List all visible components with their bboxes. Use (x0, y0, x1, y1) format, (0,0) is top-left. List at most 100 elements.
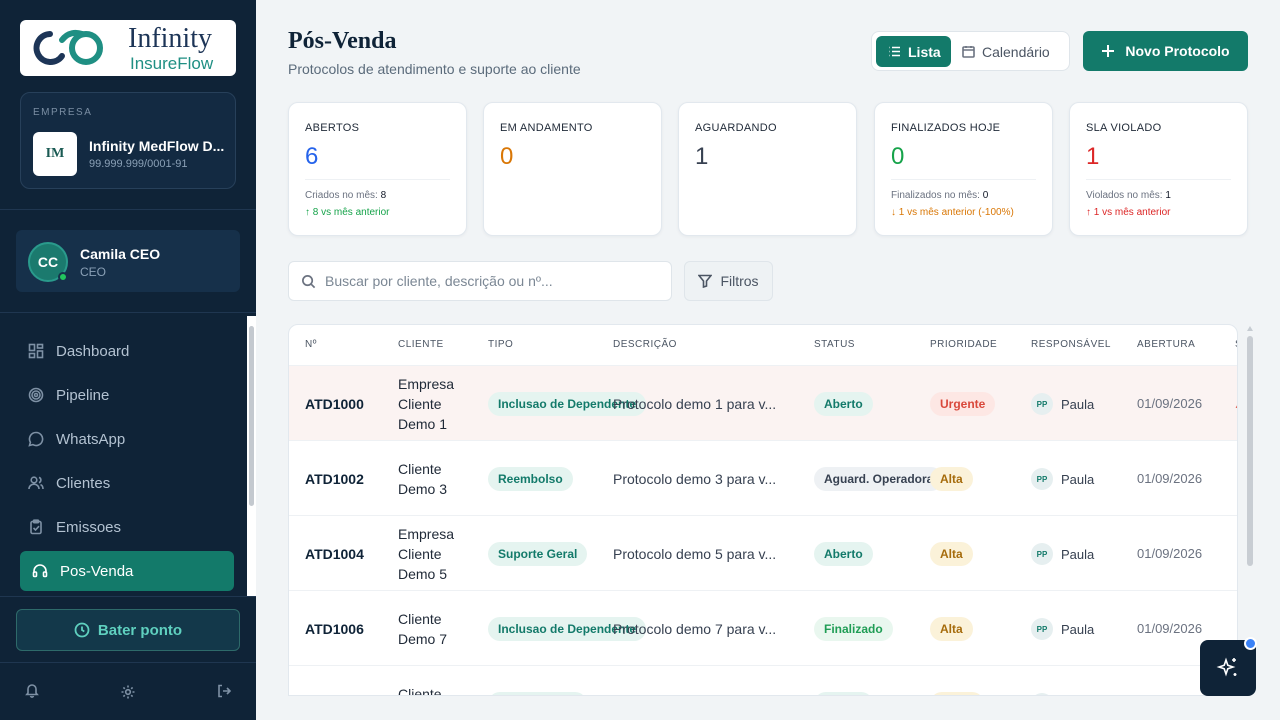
status-badge: Aberto (814, 542, 873, 566)
company-name: Infinity MedFlow D... (89, 138, 225, 154)
sidebar-item-clientes[interactable]: Clientes (20, 463, 234, 503)
status-badge: Aberto (814, 692, 873, 695)
description: Protocolo demo 3 para v... (613, 471, 777, 487)
stat-title: EM ANDAMENTO (500, 122, 593, 134)
col-status-header[interactable]: STATUS (814, 339, 855, 350)
responsible: PP Paula (1031, 393, 1094, 415)
new-protocol-button[interactable]: Novo Protocolo (1083, 31, 1248, 71)
stat-month-line: Finalizados no mês: 0 (891, 190, 988, 201)
company-selector[interactable]: EMPRESA IM Infinity MedFlow D... 99.999.… (20, 92, 236, 189)
responsible: PP Paula (1031, 618, 1094, 640)
logout-icon[interactable] (216, 683, 232, 699)
company-cnpj: 99.999.999/0001-91 (89, 158, 188, 170)
table-row[interactable]: ATD1002 Cliente Demo 3 Reembolso Protoco… (289, 440, 1237, 515)
sidebar-item-pipeline[interactable]: Pipeline (20, 375, 234, 415)
users-icon (28, 476, 44, 490)
bell-icon[interactable] (24, 682, 40, 698)
list-icon (889, 46, 900, 57)
responsible-name: Paula (1061, 546, 1095, 562)
priority-badge: Urgente (930, 392, 996, 416)
avatar: PP (1031, 393, 1053, 415)
punch-clock-button[interactable]: Bater ponto (16, 609, 240, 651)
user-role: CEO (80, 265, 107, 279)
view-list-label: Lista (908, 43, 941, 60)
col-tipo-header[interactable]: TIPO (488, 339, 513, 350)
priority-badge: Média (930, 692, 985, 695)
search-input[interactable] (325, 262, 665, 300)
clock-icon (74, 622, 90, 638)
sidebar: Infinity InsureFlow EMPRESA IM Infinity … (0, 0, 256, 720)
stat-comparison: ↑ 8 vs mês anterior (305, 207, 390, 218)
col-num-header[interactable]: Nº (305, 339, 317, 350)
scrollbar-thumb[interactable] (1247, 336, 1253, 566)
table-row[interactable]: ATD1004 Empresa Cliente Demo 5 Suporte G… (289, 515, 1237, 590)
sidebar-item-pos-venda[interactable]: Pos-Venda (20, 551, 234, 591)
divider (1086, 179, 1231, 180)
stat-card-aguardando[interactable]: AGUARDANDO 1 (678, 102, 857, 236)
scroll-up-arrow[interactable] (1247, 326, 1253, 331)
brand-logo[interactable]: Infinity InsureFlow (20, 20, 236, 76)
new-protocol-label: Novo Protocolo (1125, 43, 1230, 59)
avatar: PP (1031, 543, 1053, 565)
client-name: Empresa Cliente Demo 5 (398, 526, 455, 582)
stat-title: ABERTOS (305, 122, 360, 134)
stat-month-value: 8 (380, 190, 387, 201)
priority-badge: Alta (930, 542, 973, 566)
clipboard-check-icon (30, 519, 42, 535)
table-row[interactable]: ATD1006 Cliente Demo 7 Inclusao de Depen… (289, 590, 1237, 665)
brand-text: Infinity InsureFlow (128, 24, 214, 73)
stat-month-label: Finalizados no mês: (891, 190, 980, 201)
divider (0, 209, 256, 210)
stat-month-line: Criados no mês: 8 (305, 190, 386, 201)
stat-card-sla-violado[interactable]: SLA VIOLADO 1 Violados no mês: 1 ↑ 1 vs … (1069, 102, 1248, 236)
col-responsavel-header[interactable]: RESPONSÁVEL (1031, 339, 1111, 350)
stat-month-label: Criados no mês: (305, 190, 378, 201)
sidebar-item-label: Emissoes (56, 518, 122, 536)
stat-month-line: Violados no mês: 1 (1086, 190, 1171, 201)
stat-card-em-andamento[interactable]: EM ANDAMENTO 0 (483, 102, 662, 236)
headset-icon (32, 564, 48, 578)
table-row[interactable]: ATD1001 Cliente Demo 2 Suporte Geral Pro… (289, 665, 1237, 696)
col-abertura-header[interactable]: ABERTURA (1137, 339, 1195, 350)
client-name: Cliente Demo 2 (398, 686, 442, 696)
sidebar-item-dashboard[interactable]: Dashboard (20, 331, 234, 371)
responsible: PP Paula (1031, 468, 1094, 490)
divider (0, 596, 256, 597)
stat-value: 1 (1086, 143, 1100, 170)
chat-icon (28, 431, 44, 447)
user-profile[interactable]: CC Camila CEO CEO (16, 230, 240, 292)
col-cliente-header[interactable]: CLIENTE (398, 339, 444, 350)
sidebar-item-label: WhatsApp (56, 430, 126, 448)
view-calendar-button[interactable]: Calendário (962, 36, 1050, 67)
protocol-number: ATD1006 (305, 621, 364, 637)
page-title: Pós-Venda (288, 28, 397, 54)
view-toggle: Lista Calendário (871, 31, 1070, 71)
protocol-number: ATD1004 (305, 546, 364, 562)
brand-product: InsureFlow (130, 53, 214, 73)
table-row[interactable]: ATD1000 Empresa Cliente Demo 1 Inclusao … (289, 365, 1237, 440)
type-badge: Suporte Geral (488, 542, 588, 566)
stat-title: FINALIZADOS HOJE (891, 122, 1001, 134)
sidebar-scrollbar[interactable] (247, 316, 256, 596)
scrollbar-thumb[interactable] (249, 326, 254, 506)
sidebar-item-emissoes[interactable]: Emissoes (20, 507, 234, 547)
opening-date: 01/09/2026 (1137, 471, 1203, 486)
stat-month-label: Violados no mês: (1086, 190, 1163, 201)
stat-comparison: ↑ 1 vs mês anterior (1086, 207, 1171, 218)
search-box[interactable] (288, 261, 672, 301)
user-name: Camila CEO (80, 246, 161, 262)
col-descricao-header[interactable]: DESCRIÇÃO (613, 339, 677, 350)
filters-button[interactable]: Filtros (684, 261, 773, 301)
ai-assistant-button[interactable] (1200, 637, 1257, 696)
stat-card-abertos[interactable]: ABERTOS 6 Criados no mês: 8 ↑ 8 vs mês a… (288, 102, 467, 236)
col-sla-header[interactable]: S (1235, 339, 1237, 350)
status-badge: Aberto (814, 392, 873, 416)
col-prioridade-header[interactable]: PRIORIDADE (930, 339, 997, 350)
client-name: Cliente Demo 3 (398, 461, 448, 497)
page-subtitle: Protocolos de atendimento e suporte ao c… (288, 61, 581, 77)
stat-card-finalizados-hoje[interactable]: FINALIZADOS HOJE 0 Finalizados no mês: 0… (874, 102, 1053, 236)
gear-icon[interactable] (120, 684, 136, 700)
view-calendar-label: Calendário (982, 43, 1050, 60)
sidebar-item-whatsapp[interactable]: WhatsApp (20, 419, 234, 459)
view-list-button[interactable]: Lista (876, 36, 951, 67)
